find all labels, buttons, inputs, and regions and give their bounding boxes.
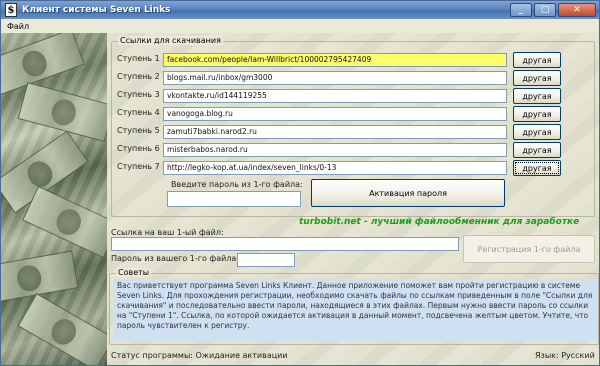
step-7-label: Ступень 7	[117, 162, 160, 171]
step-1-link-field[interactable]: facebook.com/people/Iam-Willbrict/100002…	[163, 53, 507, 67]
program-status: Статус программы: Ожидание активации	[111, 351, 288, 360]
step-6-link-field[interactable]: misterbabos.narod.ru	[163, 143, 507, 157]
maximize-button[interactable]: □	[534, 3, 556, 17]
step-5-link-field[interactable]: zamuti7babki.narod2.ru	[163, 125, 507, 139]
dollar-icon: $	[5, 3, 17, 17]
links-group-title: Ссылки для скачивания	[118, 36, 223, 45]
step-3-label: Ступень 3	[117, 90, 160, 99]
step-4-label: Ступень 4	[117, 108, 160, 117]
file-password-input[interactable]	[237, 253, 295, 267]
promo-link[interactable]: turbobit.net - лучший файлообменник для …	[299, 217, 579, 227]
title-bar[interactable]: $ Клиент системы Seven Links _ □ ✕	[1, 1, 599, 19]
app-window: $ Клиент системы Seven Links _ □ ✕ Файл …	[0, 0, 600, 366]
step-2-link-field[interactable]: blogs.mail.ru/inbox/gm3000	[163, 71, 507, 85]
file-link-label: Ссылка на ваш 1-ый файл:	[111, 228, 224, 237]
step-5-label: Ступень 5	[117, 126, 160, 135]
tips-text: Вас приветствует программа Seven Links К…	[113, 279, 597, 341]
file-password-label: Пароль из вашего 1-го файла:	[111, 254, 240, 263]
step-3-link-field[interactable]: vkontakte.ru/id144119255	[163, 89, 507, 103]
step-2-other-button[interactable]: другая	[513, 70, 561, 86]
close-button[interactable]: ✕	[558, 3, 596, 17]
language-indicator[interactable]: Язык: Русский	[535, 351, 595, 360]
minimize-button[interactable]: _	[510, 3, 532, 17]
step-5-other-button[interactable]: другая	[513, 124, 561, 140]
step-1-other-button[interactable]: другая	[513, 52, 561, 68]
step-6-label: Ступень 6	[117, 144, 160, 153]
step-3-other-button[interactable]: другая	[513, 88, 561, 104]
step-6-other-button[interactable]: другая	[513, 142, 561, 158]
step-4-link-field[interactable]: vanogoga.blog.ru	[163, 107, 507, 121]
password-input[interactable]	[167, 191, 301, 207]
activate-password-button[interactable]: Активация пароля	[311, 179, 505, 207]
step-2-label: Ступень 2	[117, 72, 160, 81]
password-prompt-label: Введите пароль из 1-го файла:	[171, 180, 303, 189]
register-file-button[interactable]: Регистрация 1-го файла	[463, 235, 595, 263]
step-7-other-button[interactable]: другая	[513, 160, 561, 176]
step-7-link-field[interactable]: http://legko-kop.at.ua/index/seven_links…	[163, 161, 507, 175]
file-link-input[interactable]	[111, 237, 459, 251]
step-4-other-button[interactable]: другая	[513, 106, 561, 122]
menu-bar: Файл	[1, 19, 599, 33]
window-title: Клиент системы Seven Links	[22, 5, 171, 15]
money-decoration-image	[1, 33, 107, 365]
step-1-label: Ступень 1	[117, 54, 160, 63]
tips-title: Советы	[116, 268, 152, 277]
menu-file[interactable]: Файл	[7, 22, 29, 31]
